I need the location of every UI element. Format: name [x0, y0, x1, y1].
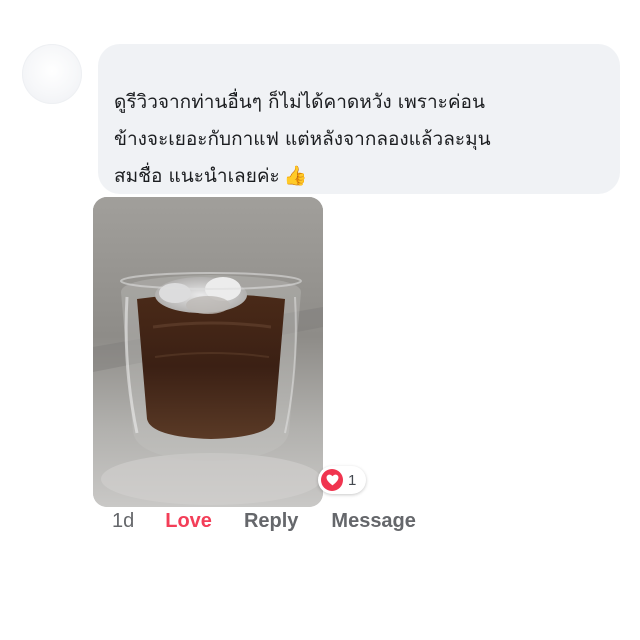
- timestamp[interactable]: 1d: [112, 510, 134, 533]
- comment-actions: 1d Love Reply Message: [112, 510, 416, 533]
- love-button[interactable]: Love: [165, 510, 212, 533]
- comment-line: สมชื่อ แนะนำเลยค่ะ 👍: [114, 158, 604, 195]
- reply-button[interactable]: Reply: [244, 510, 298, 533]
- message-button[interactable]: Message: [331, 510, 416, 533]
- avatar[interactable]: [22, 44, 82, 104]
- reaction-count: 1: [348, 471, 357, 489]
- comment-bubble: ดูรีวิวจากท่านอื่นๆ ก็ไม่ได้คาดหวัง เพรา…: [98, 44, 620, 194]
- comment-photo[interactable]: [93, 197, 323, 507]
- comment-line: ดูรีวิวจากท่านอื่นๆ ก็ไม่ได้คาดหวัง เพรา…: [114, 91, 485, 113]
- comment-line-text: สมชื่อ แนะนำเลยค่ะ: [114, 165, 280, 187]
- reaction-summary[interactable]: 1: [318, 466, 367, 494]
- heart-icon: [321, 469, 343, 491]
- comment-line: ข้างจะเยอะกับกาแฟ แต่หลังจากลองแล้วละมุน: [114, 128, 491, 150]
- coffee-glass-image: [93, 197, 323, 507]
- comment-text: ดูรีวิวจากท่านอื่นๆ ก็ไม่ได้คาดหวัง เพรา…: [114, 84, 604, 195]
- thumbs-up-icon: 👍: [283, 165, 308, 187]
